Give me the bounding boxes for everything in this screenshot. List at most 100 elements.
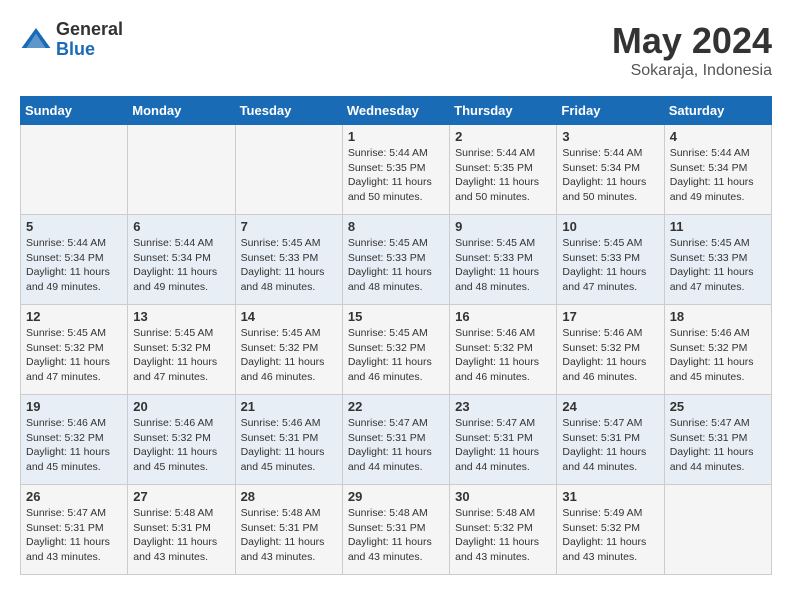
day-info: Sunrise: 5:48 AM Sunset: 5:31 PM Dayligh… bbox=[241, 506, 337, 565]
day-number: 13 bbox=[133, 309, 229, 324]
day-info: Sunrise: 5:44 AM Sunset: 5:35 PM Dayligh… bbox=[455, 146, 551, 205]
day-number: 5 bbox=[26, 219, 122, 234]
calendar-cell: 2Sunrise: 5:44 AM Sunset: 5:35 PM Daylig… bbox=[450, 125, 557, 215]
day-number: 20 bbox=[133, 399, 229, 414]
calendar-cell: 29 Sunrise: 5:48 AM Sunset: 5:31 PM Dayli… bbox=[342, 485, 449, 575]
calendar-cell: 6Sunrise: 5:44 AM Sunset: 5:34 PM Daylig… bbox=[128, 215, 235, 305]
day-info: Sunrise: 5:47 AM Sunset: 5:31 PM Dayligh… bbox=[562, 416, 658, 475]
day-number: 11 bbox=[670, 219, 766, 234]
calendar-cell bbox=[21, 125, 128, 215]
day-number: 12 bbox=[26, 309, 122, 324]
day-info: Sunrise: 5:45 AM Sunset: 5:33 PM Dayligh… bbox=[562, 236, 658, 295]
day-number: 29 bbox=[348, 489, 444, 504]
day-number: 22 bbox=[348, 399, 444, 414]
day-number: 8 bbox=[348, 219, 444, 234]
header-friday: Friday bbox=[557, 97, 664, 125]
day-number: 16 bbox=[455, 309, 551, 324]
calendar-cell bbox=[664, 485, 771, 575]
day-number: 14 bbox=[241, 309, 337, 324]
day-info: Sunrise: 5:46 AM Sunset: 5:32 PM Dayligh… bbox=[455, 326, 551, 385]
day-number: 18 bbox=[670, 309, 766, 324]
header-tuesday: Tuesday bbox=[235, 97, 342, 125]
header-thursday: Thursday bbox=[450, 97, 557, 125]
title-block: May 2024 Sokaraja, Indonesia bbox=[612, 20, 772, 80]
header-wednesday: Wednesday bbox=[342, 97, 449, 125]
calendar-cell: 10Sunrise: 5:45 AM Sunset: 5:33 PM Dayli… bbox=[557, 215, 664, 305]
logo-general: General bbox=[56, 20, 123, 40]
header-monday: Monday bbox=[128, 97, 235, 125]
calendar-cell: 8 Sunrise: 5:45 AM Sunset: 5:33 PM Daylig… bbox=[342, 215, 449, 305]
calendar-cell: 20 Sunrise: 5:46 AM Sunset: 5:32 PM Dayli… bbox=[128, 395, 235, 485]
day-info: Sunrise: 5:45 AM Sunset: 5:33 PM Dayligh… bbox=[455, 236, 551, 295]
day-number: 9 bbox=[455, 219, 551, 234]
calendar: SundayMondayTuesdayWednesdayThursdayFrid… bbox=[20, 96, 772, 575]
calendar-cell: 4Sunrise: 5:44 AM Sunset: 5:34 PM Daylig… bbox=[664, 125, 771, 215]
calendar-cell bbox=[235, 125, 342, 215]
calendar-cell: 27Sunrise: 5:48 AM Sunset: 5:31 PM Dayli… bbox=[128, 485, 235, 575]
calendar-cell: 18 Sunrise: 5:46 AM Sunset: 5:32 PM Dayli… bbox=[664, 305, 771, 395]
calendar-cell: 24 Sunrise: 5:47 AM Sunset: 5:31 PM Dayli… bbox=[557, 395, 664, 485]
calendar-cell: 1 Sunrise: 5:44 AM Sunset: 5:35 PM Daylig… bbox=[342, 125, 449, 215]
calendar-cell: 17Sunrise: 5:46 AM Sunset: 5:32 PM Dayli… bbox=[557, 305, 664, 395]
calendar-cell: 9 Sunrise: 5:45 AM Sunset: 5:33 PM Daylig… bbox=[450, 215, 557, 305]
logo-text: General Blue bbox=[56, 20, 123, 60]
calendar-cell: 21Sunrise: 5:46 AM Sunset: 5:31 PM Dayli… bbox=[235, 395, 342, 485]
day-info: Sunrise: 5:47 AM Sunset: 5:31 PM Dayligh… bbox=[26, 506, 122, 565]
calendar-cell: 25 Sunrise: 5:47 AM Sunset: 5:31 PM Dayli… bbox=[664, 395, 771, 485]
calendar-cell: 19Sunrise: 5:46 AM Sunset: 5:32 PM Dayli… bbox=[21, 395, 128, 485]
calendar-cell: 15 Sunrise: 5:45 AM Sunset: 5:32 PM Dayli… bbox=[342, 305, 449, 395]
day-info: Sunrise: 5:44 AM Sunset: 5:34 PM Dayligh… bbox=[562, 146, 658, 205]
calendar-cell: 14 Sunrise: 5:45 AM Sunset: 5:32 PM Dayli… bbox=[235, 305, 342, 395]
day-info: Sunrise: 5:46 AM Sunset: 5:32 PM Dayligh… bbox=[26, 416, 122, 475]
day-info: Sunrise: 5:46 AM Sunset: 5:32 PM Dayligh… bbox=[133, 416, 229, 475]
day-number: 24 bbox=[562, 399, 658, 414]
logo: General Blue bbox=[20, 20, 123, 60]
day-number: 25 bbox=[670, 399, 766, 414]
day-info: Sunrise: 5:45 AM Sunset: 5:32 PM Dayligh… bbox=[241, 326, 337, 385]
day-info: Sunrise: 5:48 AM Sunset: 5:31 PM Dayligh… bbox=[133, 506, 229, 565]
day-info: Sunrise: 5:47 AM Sunset: 5:31 PM Dayligh… bbox=[348, 416, 444, 475]
logo-blue: Blue bbox=[56, 40, 123, 60]
calendar-cell: 26 Sunrise: 5:47 AM Sunset: 5:31 PM Dayli… bbox=[21, 485, 128, 575]
calendar-cell: 12Sunrise: 5:45 AM Sunset: 5:32 PM Dayli… bbox=[21, 305, 128, 395]
calendar-cell: 23Sunrise: 5:47 AM Sunset: 5:31 PM Dayli… bbox=[450, 395, 557, 485]
day-info: Sunrise: 5:46 AM Sunset: 5:32 PM Dayligh… bbox=[670, 326, 766, 385]
week-row-2: 5 Sunrise: 5:44 AM Sunset: 5:34 PM Daylig… bbox=[21, 215, 772, 305]
day-number: 15 bbox=[348, 309, 444, 324]
day-info: Sunrise: 5:44 AM Sunset: 5:34 PM Dayligh… bbox=[26, 236, 122, 295]
day-number: 4 bbox=[670, 129, 766, 144]
day-info: Sunrise: 5:45 AM Sunset: 5:32 PM Dayligh… bbox=[133, 326, 229, 385]
calendar-cell: 28 Sunrise: 5:48 AM Sunset: 5:31 PM Dayli… bbox=[235, 485, 342, 575]
week-row-4: 19Sunrise: 5:46 AM Sunset: 5:32 PM Dayli… bbox=[21, 395, 772, 485]
header-saturday: Saturday bbox=[664, 97, 771, 125]
day-info: Sunrise: 5:45 AM Sunset: 5:32 PM Dayligh… bbox=[348, 326, 444, 385]
header-row: SundayMondayTuesdayWednesdayThursdayFrid… bbox=[21, 97, 772, 125]
week-row-5: 26 Sunrise: 5:47 AM Sunset: 5:31 PM Dayli… bbox=[21, 485, 772, 575]
location: Sokaraja, Indonesia bbox=[612, 62, 772, 80]
day-number: 30 bbox=[455, 489, 551, 504]
day-number: 26 bbox=[26, 489, 122, 504]
calendar-cell: 16 Sunrise: 5:46 AM Sunset: 5:32 PM Dayli… bbox=[450, 305, 557, 395]
header-sunday: Sunday bbox=[21, 97, 128, 125]
day-info: Sunrise: 5:45 AM Sunset: 5:33 PM Dayligh… bbox=[670, 236, 766, 295]
day-info: Sunrise: 5:46 AM Sunset: 5:32 PM Dayligh… bbox=[562, 326, 658, 385]
calendar-header: SundayMondayTuesdayWednesdayThursdayFrid… bbox=[21, 97, 772, 125]
day-info: Sunrise: 5:45 AM Sunset: 5:33 PM Dayligh… bbox=[348, 236, 444, 295]
day-number: 31 bbox=[562, 489, 658, 504]
day-number: 21 bbox=[241, 399, 337, 414]
day-info: Sunrise: 5:44 AM Sunset: 5:35 PM Dayligh… bbox=[348, 146, 444, 205]
day-number: 1 bbox=[348, 129, 444, 144]
week-row-3: 12 Sunrise: 5:45 AM Sunset: 5:32 PM Dayli… bbox=[21, 305, 772, 395]
day-info: Sunrise: 5:49 AM Sunset: 5:32 PM Dayligh… bbox=[562, 506, 658, 565]
logo-icon bbox=[20, 24, 52, 56]
day-info: Sunrise: 5:47 AM Sunset: 5:31 PM Dayligh… bbox=[670, 416, 766, 475]
calendar-cell: 3 Sunrise: 5:44 AM Sunset: 5:34 PM Daylig… bbox=[557, 125, 664, 215]
calendar-cell bbox=[128, 125, 235, 215]
day-number: 23 bbox=[455, 399, 551, 414]
calendar-cell: 30Sunrise: 5:48 AM Sunset: 5:32 PM Dayli… bbox=[450, 485, 557, 575]
week-row-1: 1 Sunrise: 5:44 AM Sunset: 5:35 PM Daylig… bbox=[21, 125, 772, 215]
calendar-body: 1 Sunrise: 5:44 AM Sunset: 5:35 PM Daylig… bbox=[21, 125, 772, 575]
day-number: 28 bbox=[241, 489, 337, 504]
day-number: 3 bbox=[562, 129, 658, 144]
day-info: Sunrise: 5:48 AM Sunset: 5:31 PM Dayligh… bbox=[348, 506, 444, 565]
